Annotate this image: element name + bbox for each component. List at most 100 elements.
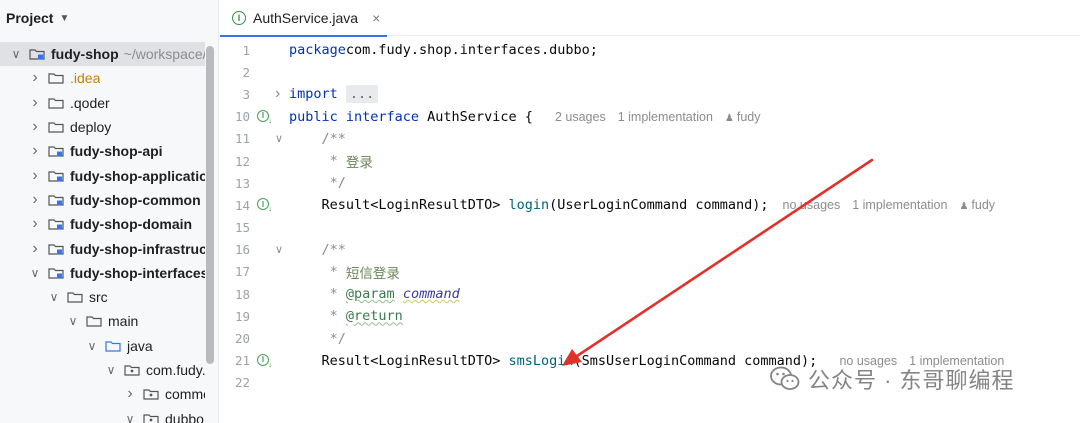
tree-item[interactable]: › .idea <box>0 66 205 90</box>
tree-item[interactable]: › commo <box>0 382 205 406</box>
code-line[interactable]: /** <box>289 239 1080 261</box>
chevron-down-icon[interactable]: ∨ <box>48 290 60 304</box>
module-folder-icon <box>48 218 64 230</box>
line-number: 12 <box>234 153 250 169</box>
chevron-down-icon[interactable]: ∨ <box>86 339 98 353</box>
line-number: 1 <box>242 42 250 58</box>
active-tab-indicator <box>220 35 387 37</box>
package-icon <box>143 413 159 423</box>
editor-tab-bar: I AuthService.java × <box>220 0 1080 37</box>
code-line[interactable]: import ... <box>289 83 1080 105</box>
chevron-right-icon[interactable]: › <box>29 118 41 136</box>
inlay-text: fudy <box>971 198 996 213</box>
code-line[interactable]: * @return <box>289 305 1080 327</box>
fold-expand-icon[interactable]: › <box>275 85 280 103</box>
line-number: 10 <box>234 109 250 125</box>
down-arrow-icon: ↓ <box>268 204 272 214</box>
gutter-line: 13 <box>220 172 288 194</box>
tree-item[interactable]: › fudy-shop-application <box>0 163 205 187</box>
chevron-down-icon[interactable]: ∨ <box>124 412 136 423</box>
chevron-right-icon[interactable]: › <box>29 215 41 233</box>
gutter-line: 17 <box>220 261 288 283</box>
tree-item[interactable]: › fudy-shop-domain <box>0 212 205 236</box>
tree-item-label: commo <box>165 386 205 403</box>
down-arrow-icon: ↓ <box>268 359 272 369</box>
tree-item[interactable]: ∨ main <box>0 309 205 333</box>
tree-item[interactable]: ∨ fudy-shop-interfaces <box>0 261 205 285</box>
author-hint[interactable]: ♟ fudy <box>959 198 995 212</box>
code-line[interactable]: package com.fudy.shop.interfaces.dubbo; <box>289 39 1080 61</box>
inlay-text: 1 implementation <box>852 198 948 213</box>
tree-item[interactable]: ∨ dubbo <box>0 406 205 423</box>
chevron-right-icon[interactable]: › <box>29 94 41 112</box>
tree-item[interactable]: ∨ src <box>0 285 205 309</box>
usage-hint[interactable]: 2 usages <box>555 110 606 124</box>
code-line[interactable]: */ <box>289 172 1080 194</box>
tree-item[interactable]: › .qoder <box>0 91 205 115</box>
usage-hint[interactable]: 1 implementation <box>852 198 947 212</box>
code-line[interactable]: /** <box>289 128 1080 150</box>
chevron-down-icon[interactable]: ∨ <box>105 363 117 377</box>
code-line[interactable]: * @param command <box>289 283 1080 305</box>
tree-item[interactable]: › fudy-shop-common <box>0 188 205 212</box>
module-folder-icon <box>48 267 64 279</box>
fold-collapse-icon[interactable]: ∨ <box>275 132 283 145</box>
chevron-right-icon[interactable]: › <box>29 167 41 185</box>
chevron-down-icon[interactable]: ∨ <box>29 266 41 280</box>
tab-auth-service[interactable]: I AuthService.java × <box>220 0 387 37</box>
code-editor[interactable]: package com.fudy.shop.interfaces.dubbo; im… <box>289 39 1080 394</box>
chevron-down-icon[interactable]: ∨ <box>67 314 79 328</box>
close-icon[interactable]: × <box>372 10 380 26</box>
chevron-down-icon[interactable]: ∨ <box>10 47 22 61</box>
code-line[interactable] <box>289 61 1080 83</box>
folder-icon <box>48 72 64 85</box>
project-scrollbar[interactable] <box>206 46 214 364</box>
tree-item-label: src <box>89 289 108 306</box>
usage-hint[interactable]: 1 implementation <box>618 110 713 124</box>
tree-item[interactable]: › fudy-shop-api <box>0 139 205 163</box>
code-token: @return <box>345 308 403 325</box>
code-token: */ <box>289 175 346 192</box>
package-icon <box>143 388 159 400</box>
module-folder-icon <box>48 243 64 255</box>
project-panel-header[interactable]: Project ▼ <box>0 0 218 36</box>
folder-icon <box>48 121 64 133</box>
watermark-text: 公众号 · 东哥聊编程 <box>808 368 1015 393</box>
module-folder-icon <box>48 170 64 182</box>
code-token: @param <box>345 286 395 303</box>
chevron-right-icon[interactable]: › <box>29 191 41 209</box>
tree-item[interactable]: › fudy-shop-infrastruct <box>0 236 205 260</box>
gutter-line: 11 ∨ <box>220 128 288 150</box>
chevron-right-icon[interactable]: › <box>29 142 41 160</box>
project-tree: ∨ fudy-shop ~/workspace/f › .idea › .qoder › dep… <box>0 42 205 423</box>
fold-collapse-icon[interactable]: ∨ <box>275 243 283 256</box>
code-token: Result<LoginResultDTO> <box>289 352 509 369</box>
chevron-down-icon[interactable]: ▼ <box>59 13 69 24</box>
code-line[interactable]: * 短信登录 <box>289 261 1080 283</box>
tree-item-label: com.fudy.s <box>146 362 205 378</box>
code-line[interactable]: public interface AuthService { 2 usages 1… <box>289 106 1080 128</box>
code-token: AuthService { <box>427 108 541 125</box>
chevron-right-icon[interactable]: › <box>124 385 136 403</box>
line-number: 17 <box>234 264 250 280</box>
folded-imports[interactable]: ... <box>345 85 379 104</box>
code-line[interactable]: * 登录 <box>289 150 1080 172</box>
code-line[interactable]: Result<LoginResultDTO> login (UserLoginCo… <box>289 194 1080 216</box>
code-token: * <box>289 153 346 170</box>
gutter-line: 2 <box>220 61 288 83</box>
code-line[interactable] <box>289 217 1080 239</box>
tree-item[interactable]: ∨ java <box>0 334 205 358</box>
usage-hint[interactable]: no usages <box>783 198 841 212</box>
tree-item[interactable]: ∨ com.fudy.s <box>0 358 205 382</box>
chevron-right-icon[interactable]: › <box>29 69 41 87</box>
tree-item[interactable]: ∨ fudy-shop ~/workspace/f <box>0 42 205 67</box>
line-number: 21 <box>234 353 250 369</box>
user-icon: ♟ <box>959 201 969 213</box>
chevron-right-icon[interactable]: › <box>29 240 41 258</box>
tree-item-label: fudy-shop-common <box>70 191 201 208</box>
author-hint[interactable]: ♟ fudy <box>725 110 761 124</box>
line-number: 20 <box>234 331 250 347</box>
tree-item[interactable]: › deploy <box>0 115 205 139</box>
code-line[interactable]: */ <box>289 327 1080 349</box>
code-token: * <box>289 263 346 280</box>
